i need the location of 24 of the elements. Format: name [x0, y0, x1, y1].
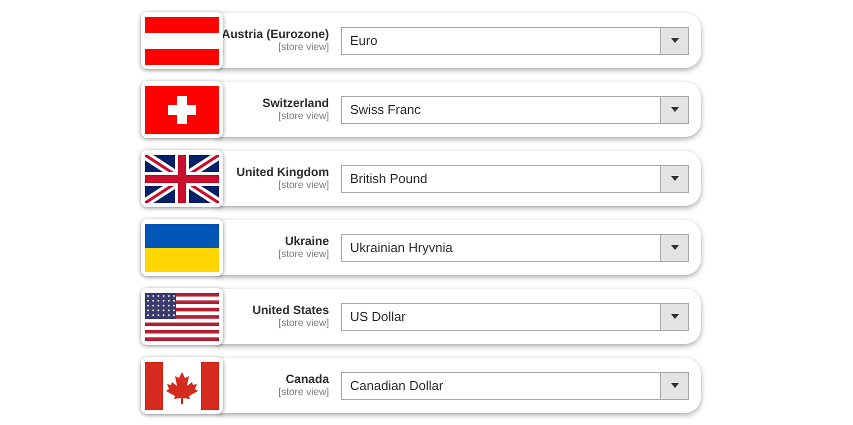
store-name: Ukraine — [284, 234, 329, 249]
currency-select[interactable]: Euro — [341, 26, 689, 54]
store-name: Canada — [286, 372, 329, 387]
store-name: United Kingdom — [236, 164, 329, 180]
store-name: Austria (Eurozone) — [222, 26, 329, 42]
store-name: United States — [252, 302, 329, 318]
scope-label: [store view] — [278, 42, 329, 54]
scope-label: [store view] — [278, 318, 329, 330]
caret-icon — [670, 38, 678, 43]
currency-select[interactable]: Swiss Franc — [341, 96, 689, 124]
store-name: Switzerland — [262, 96, 329, 111]
currency-select[interactable]: Ukrainian Hryvnia — [341, 234, 689, 262]
currency-select[interactable]: Canadian Dollar — [341, 372, 689, 400]
caret-icon — [670, 383, 678, 388]
currency-select[interactable]: US Dollar — [341, 302, 689, 330]
caret-icon — [670, 314, 678, 319]
currency-select[interactable]: British Pound — [341, 164, 689, 192]
caret-icon — [670, 107, 678, 112]
scope-label: [store view] — [278, 248, 329, 262]
scope-label: [store view] — [278, 386, 329, 400]
caret-icon — [670, 176, 678, 181]
scope-label: [store view] — [278, 180, 329, 192]
caret-icon — [670, 245, 678, 250]
scope-label: [store view] — [278, 110, 329, 124]
